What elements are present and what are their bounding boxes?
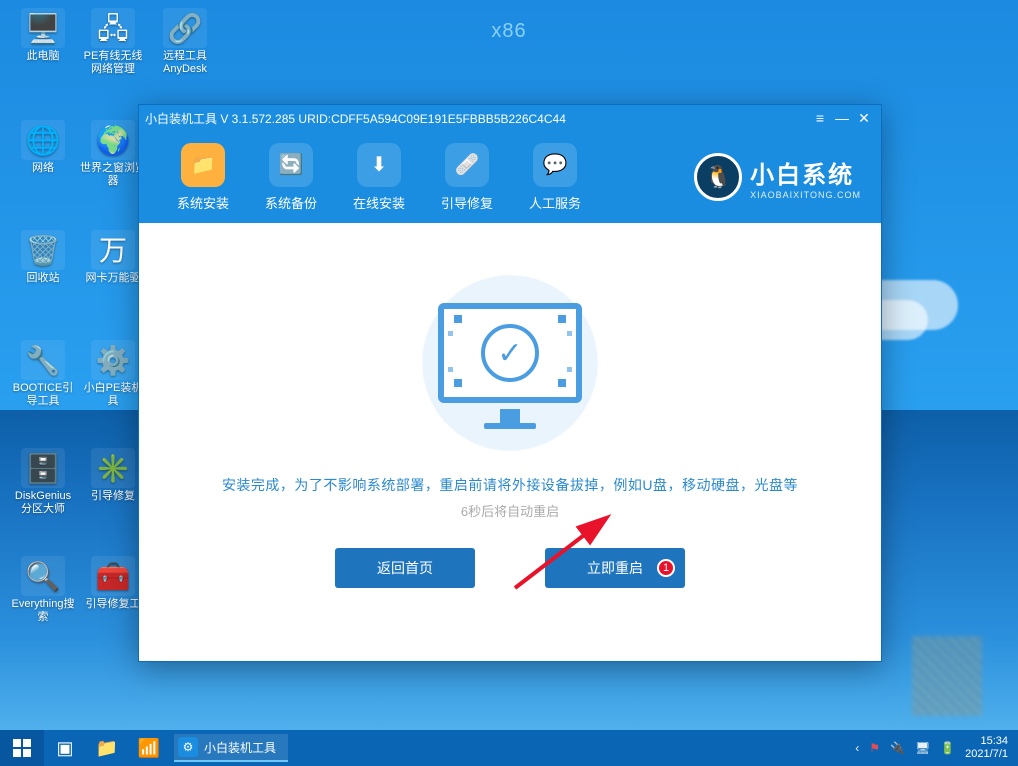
desktop-icon[interactable]: 🔍 Everything搜索 [10, 556, 76, 624]
toolbar-tool[interactable]: ⬇ 在线安装 [335, 143, 423, 212]
window-title: 小白装机工具 V 3.1.572.285 URID:CDFF5A594C09E1… [145, 110, 566, 127]
system-tray: ‹ ⚑ 🔌 🖥 🔋 15:34 2021/7/1 [855, 735, 1018, 761]
tray-shield-icon[interactable]: ⚑ [869, 741, 880, 755]
toolbar-tool[interactable]: 💬 人工服务 [511, 143, 599, 212]
desktop-icon-glyph: 🗄️ [21, 448, 65, 488]
arch-label: x86 [491, 20, 526, 43]
desktop-icon[interactable]: 🖧 PE有线无线网络管理 [80, 8, 146, 76]
desktop-icon-label: 回收站 [10, 272, 76, 285]
desktop-icon-label: 远程工具AnyDesk [152, 50, 218, 76]
desktop-icon[interactable]: 🌍 世界之窗浏览器 [80, 120, 146, 188]
desktop-icon-glyph: 🧰 [91, 556, 135, 596]
desktop-icon-label: 网络 [10, 162, 76, 175]
desktop-icon[interactable]: 🔧 BOOTICE引导工具 [10, 340, 76, 408]
start-button[interactable] [0, 730, 44, 766]
brand: 🐧 小白系统 XIAOBAIXITONG.COM [694, 153, 861, 201]
desktop-icon[interactable]: 🔗 远程工具AnyDesk [152, 8, 218, 76]
tool-icon: ⬇ [357, 143, 401, 187]
desktop-icon[interactable]: 🗑️ 回收站 [10, 230, 76, 285]
desktop-icon[interactable]: 万 网卡万能驱 [80, 230, 146, 285]
running-app-icon: ⚙ [178, 737, 198, 757]
close-button[interactable]: ✕ [853, 108, 875, 128]
menu-button[interactable]: ≡ [809, 108, 831, 128]
toolbar-tool[interactable]: 🩹 引导修复 [423, 143, 511, 212]
step-badge: 1 [657, 559, 675, 577]
tool-label: 人工服务 [511, 193, 599, 212]
installer-window: 小白装机工具 V 3.1.572.285 URID:CDFF5A594C09E1… [138, 104, 882, 662]
terminal-icon[interactable]: ▣ [46, 734, 84, 762]
restart-now-label: 立即重启 [587, 558, 643, 578]
toolbar: 📁 系统安装🔄 系统备份⬇ 在线安装🩹 引导修复💬 人工服务 🐧 小白系统 XI… [139, 131, 881, 223]
desktop-icon[interactable]: 🧰 引导修复工 [80, 556, 146, 611]
restart-now-button[interactable]: 立即重启 1 [545, 548, 685, 588]
desktop-icon-label: 网卡万能驱 [80, 272, 146, 285]
brand-logo-icon: 🐧 [694, 153, 742, 201]
tool-label: 在线安装 [335, 193, 423, 212]
tool-label: 引导修复 [423, 193, 511, 212]
toolbar-tool[interactable]: 📁 系统安装 [159, 143, 247, 212]
artifact-overlay [912, 636, 982, 716]
desktop-icon-glyph: 🌐 [21, 120, 65, 160]
brand-subtitle: XIAOBAIXITONG.COM [750, 190, 861, 200]
tool-label: 系统安装 [159, 193, 247, 212]
clock[interactable]: 15:34 2021/7/1 [965, 735, 1008, 761]
tool-icon: 📁 [181, 143, 225, 187]
desktop-icon[interactable]: 🗄️ DiskGenius分区大师 [10, 448, 76, 516]
countdown-text: 6秒后将自动重启 [461, 501, 559, 520]
desktop-icon[interactable]: 🌐 网络 [10, 120, 76, 175]
back-home-label: 返回首页 [377, 558, 433, 578]
tray-volume-icon[interactable]: 🖥 [915, 741, 930, 755]
desktop-icon-glyph: 🗑️ [21, 230, 65, 270]
tool-icon: 🔄 [269, 143, 313, 187]
desktop-icon-label: 引导修复工 [80, 598, 146, 611]
desktop-icon-label: 此电脑 [10, 50, 76, 63]
taskbar: ▣ 📁 📶 ⚙ 小白装机工具 ‹ ⚑ 🔌 🖥 🔋 15:34 2021/7/1 [0, 730, 1018, 766]
desktop-icon-glyph: ⚙️ [91, 340, 135, 380]
desktop-icon-label: Everything搜索 [10, 598, 76, 624]
tool-icon: 💬 [533, 143, 577, 187]
desktop-icon-label: PE有线无线网络管理 [80, 50, 146, 76]
running-app-label: 小白装机工具 [204, 739, 276, 756]
desktop-icon-label: 小白PE装机具 [80, 382, 146, 408]
brand-title: 小白系统 [750, 155, 861, 190]
clock-date: 2021/7/1 [965, 748, 1008, 761]
desktop-icon-label: 世界之窗浏览器 [80, 162, 146, 188]
tool-icon: 🩹 [445, 143, 489, 187]
desktop-icon-glyph: 🔧 [21, 340, 65, 380]
toolbar-tool[interactable]: 🔄 系统备份 [247, 143, 335, 212]
desktop-icon-glyph: 🖧 [91, 8, 135, 48]
clock-time: 15:34 [965, 735, 1008, 748]
success-illustration: ✓ [380, 273, 640, 453]
desktop-icon-glyph: 🌍 [91, 120, 135, 160]
content-area: ✓ 安装完成，为了不影响系统部署，重启前请将外接设备拔掉，例如U盘，移动硬盘，光… [139, 223, 881, 661]
desktop-icon[interactable]: ⚙️ 小白PE装机具 [80, 340, 146, 408]
desktop-icon[interactable]: 🖥️ 此电脑 [10, 8, 76, 63]
desktop-icon-glyph: 🔗 [163, 8, 207, 48]
desktop-icon-glyph: 🔍 [21, 556, 65, 596]
desktop-icon-label: DiskGenius分区大师 [10, 490, 76, 516]
desktop-icon-label: BOOTICE引导工具 [10, 382, 76, 408]
tray-battery-icon[interactable]: 🔋 [940, 741, 955, 755]
back-home-button[interactable]: 返回首页 [335, 548, 475, 588]
desktop-icon-glyph: ✳️ [91, 448, 135, 488]
desktop-icon-glyph: 万 [91, 230, 135, 270]
desktop-icon-label: 引导修复 [80, 490, 146, 503]
tray-chevron-icon[interactable]: ‹ [855, 741, 859, 755]
tool-label: 系统备份 [247, 193, 335, 212]
desktop-icon-glyph: 🖥️ [21, 8, 65, 48]
taskbar-running-app[interactable]: ⚙ 小白装机工具 [174, 734, 288, 762]
tray-network-icon[interactable]: 🔌 [890, 741, 905, 755]
desktop-icon[interactable]: ✳️ 引导修复 [80, 448, 146, 503]
minimize-button[interactable]: — [831, 108, 853, 128]
success-message: 安装完成，为了不影响系统部署，重启前请将外接设备拔掉，例如U盘，移动硬盘，光盘等 [222, 475, 798, 495]
wifi-icon[interactable]: 📶 [130, 734, 168, 762]
file-explorer-icon[interactable]: 📁 [88, 734, 126, 762]
titlebar[interactable]: 小白装机工具 V 3.1.572.285 URID:CDFF5A594C09E1… [139, 105, 881, 131]
